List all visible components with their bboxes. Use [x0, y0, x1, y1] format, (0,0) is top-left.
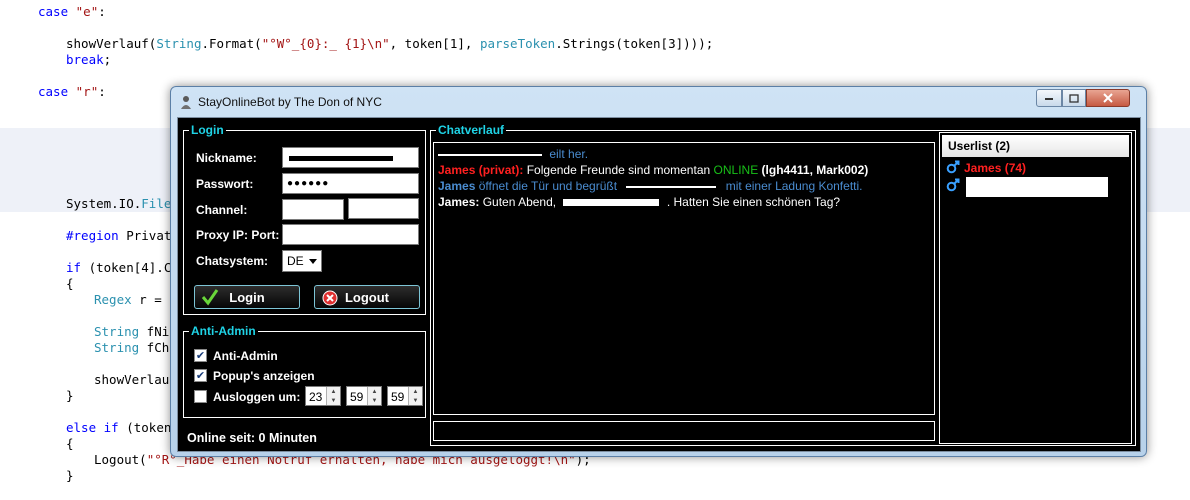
anti-admin-checkbox[interactable]: ✔ — [194, 349, 207, 362]
redacted-user-name — [966, 177, 1108, 197]
code-line: showVerlauf(String.Format("°W°_{0}:_ {1}… — [66, 36, 714, 51]
minimize-icon — [1045, 98, 1053, 100]
redacted-nickname — [289, 156, 393, 161]
checkmark-icon: ✔ — [195, 350, 206, 362]
app-window: StayOnlineBot by The Don of NYC Login Ni… — [170, 86, 1147, 457]
channel-field[interactable] — [282, 199, 344, 220]
nickname-label: Nickname: — [196, 151, 257, 165]
channel-secondary-field[interactable] — [348, 198, 419, 219]
male-icon — [946, 178, 960, 192]
user-item[interactable] — [940, 177, 1130, 199]
channel-label: Channel: — [196, 203, 248, 217]
login-button[interactable]: Login — [194, 285, 300, 309]
nickname-field[interactable] — [282, 147, 419, 168]
maximize-button[interactable] — [1062, 89, 1086, 107]
title-bar[interactable]: StayOnlineBot by The Don of NYC — [171, 87, 1146, 117]
hour-spinner[interactable]: 23 ▲ ▼ — [305, 386, 341, 406]
user-item[interactable]: James (74) — [940, 160, 1130, 176]
proxy-label: Proxy IP: Port: — [196, 228, 280, 242]
code-line: break; — [66, 52, 112, 67]
logout-at-label: Ausloggen um: — [213, 390, 301, 404]
redacted-name — [626, 185, 717, 188]
code-line: String fCha — [94, 340, 177, 355]
redacted-name — [563, 199, 660, 207]
anti-admin-label: Anti-Admin — [213, 349, 278, 363]
popups-label: Popup's anzeigen — [213, 369, 315, 383]
userlist[interactable]: Userlist (2) James (74) — [939, 132, 1132, 444]
second-spinner[interactable]: 59 ▲ ▼ — [387, 386, 423, 406]
anti-admin-legend: Anti-Admin — [189, 323, 258, 339]
code-line: { — [66, 276, 74, 291]
code-line: Regex r = n — [94, 292, 177, 307]
second-value: 59 — [391, 390, 405, 404]
close-button[interactable] — [1086, 89, 1130, 107]
spin-up-icon[interactable]: ▲ — [327, 387, 340, 396]
minimize-button[interactable] — [1036, 89, 1062, 107]
cancel-icon — [322, 290, 338, 306]
code-line: System.IO.File. — [66, 196, 179, 211]
password-field[interactable]: ●●●●●● — [282, 173, 419, 194]
chat-legend: Chatverlauf — [436, 122, 507, 138]
spin-down-icon[interactable]: ▼ — [327, 396, 340, 405]
proxy-field[interactable] — [282, 224, 419, 245]
password-label: Passwort: — [196, 177, 254, 191]
hour-value: 23 — [309, 390, 323, 404]
code-line: else if (token[ — [66, 420, 179, 435]
chat-line: eilt her. — [438, 147, 588, 162]
chat-input[interactable] — [433, 421, 935, 441]
chat-log[interactable]: eilt her. James (privat): Folgende Freun… — [433, 142, 935, 415]
chat-line: James: Guten Abend, . Hatten Sie einen s… — [438, 195, 841, 209]
minute-value: 59 — [350, 390, 364, 404]
chat-line: James öffnet die Tür und begrüßt mit ein… — [438, 179, 863, 193]
chat-line: James (privat): Folgende Freunde sind mo… — [438, 163, 869, 177]
code-line: showVerlauf — [94, 372, 177, 387]
close-icon — [1103, 93, 1113, 103]
code-line: } — [66, 388, 74, 403]
chatsystem-label: Chatsystem: — [196, 254, 269, 268]
app-person-icon — [181, 96, 191, 109]
minute-spinner[interactable]: 59 ▲ ▼ — [346, 386, 382, 406]
login-legend: Login — [189, 122, 226, 138]
logout-button[interactable]: Logout — [314, 285, 420, 309]
code-line: { — [66, 436, 74, 451]
online-since-status: Online seit: 0 Minuten — [187, 431, 317, 445]
maximize-icon — [1069, 93, 1079, 103]
code-line: if (token[4].Co — [66, 260, 179, 275]
spin-up-icon[interactable]: ▲ — [409, 387, 422, 396]
checkmark-icon — [201, 289, 219, 306]
checkmark-icon: ✔ — [195, 370, 206, 382]
chevron-down-icon — [309, 259, 317, 264]
logout-button-label: Logout — [344, 289, 390, 305]
code-line: String fNic — [94, 324, 177, 339]
chat-group: Chatverlauf eilt her. James (privat): Fo… — [430, 122, 1136, 446]
spin-down-icon[interactable]: ▼ — [368, 396, 381, 405]
chatsystem-select[interactable]: DE — [282, 250, 322, 272]
redacted-name — [438, 153, 542, 156]
userlist-header: Userlist (2) — [942, 135, 1129, 157]
popups-checkbox[interactable]: ✔ — [194, 369, 207, 382]
client-area: Login Nickname: Passwort: ●●●●●● Channel… — [177, 117, 1141, 452]
chatsystem-value: DE — [287, 254, 304, 268]
anti-admin-group: Anti-Admin ✔ Anti-Admin ✔ Popup's anzeig… — [183, 323, 426, 418]
spin-down-icon[interactable]: ▼ — [409, 396, 422, 405]
window-title: StayOnlineBot by The Don of NYC — [198, 95, 382, 109]
spin-up-icon[interactable]: ▲ — [368, 387, 381, 396]
login-group: Login Nickname: Passwort: ●●●●●● Channel… — [183, 122, 426, 315]
code-line: case "r": — [38, 84, 106, 99]
user-name: James (74) — [964, 161, 1027, 175]
login-button-label: Login — [229, 289, 265, 305]
code-line: } — [66, 468, 74, 483]
code-line: #region Private — [66, 228, 179, 243]
male-icon — [946, 160, 960, 174]
code-line: case "e": — [38, 4, 106, 19]
logout-at-checkbox[interactable] — [194, 390, 207, 403]
